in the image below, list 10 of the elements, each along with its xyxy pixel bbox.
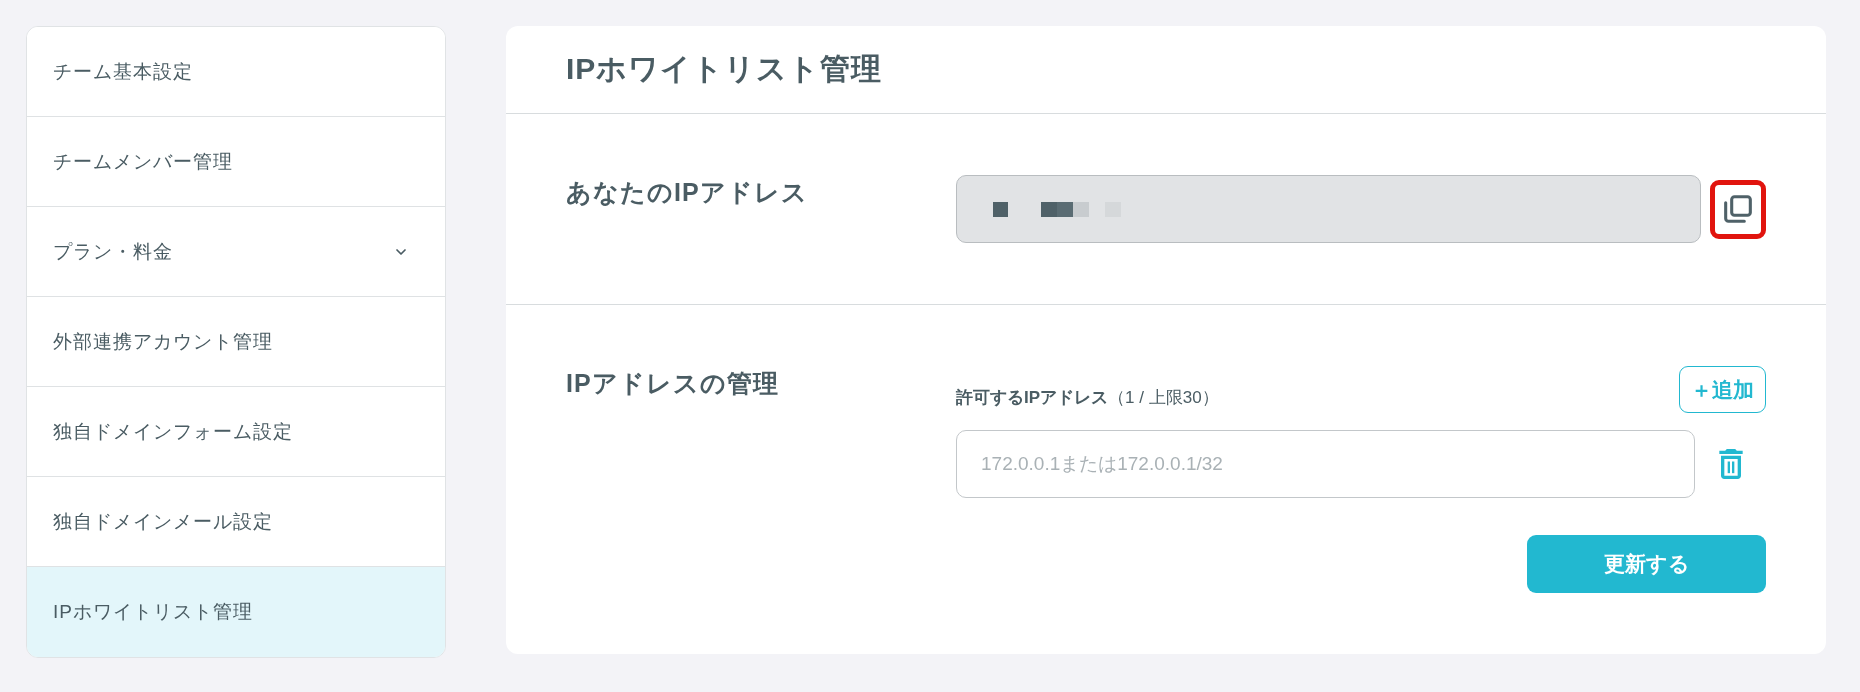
sidebar-item[interactable]: IPホワイトリスト管理 — [27, 567, 445, 657]
ip-input-field[interactable]: 172.0.0.1または172.0.0.1/32 — [956, 430, 1695, 498]
page-title: IPホワイトリスト管理 — [566, 51, 883, 87]
section-title: IPアドレスの管理 — [566, 368, 779, 399]
copy-icon — [1724, 195, 1752, 223]
trash-icon — [1718, 449, 1743, 479]
field-label: 許可するIPアドレス（1 / 上限30） — [956, 387, 1219, 409]
section-title: あなたのIPアドレス — [566, 177, 808, 208]
sidebar-item[interactable]: チーム基本設定 — [27, 27, 445, 117]
copy-button[interactable] — [1710, 179, 1766, 239]
